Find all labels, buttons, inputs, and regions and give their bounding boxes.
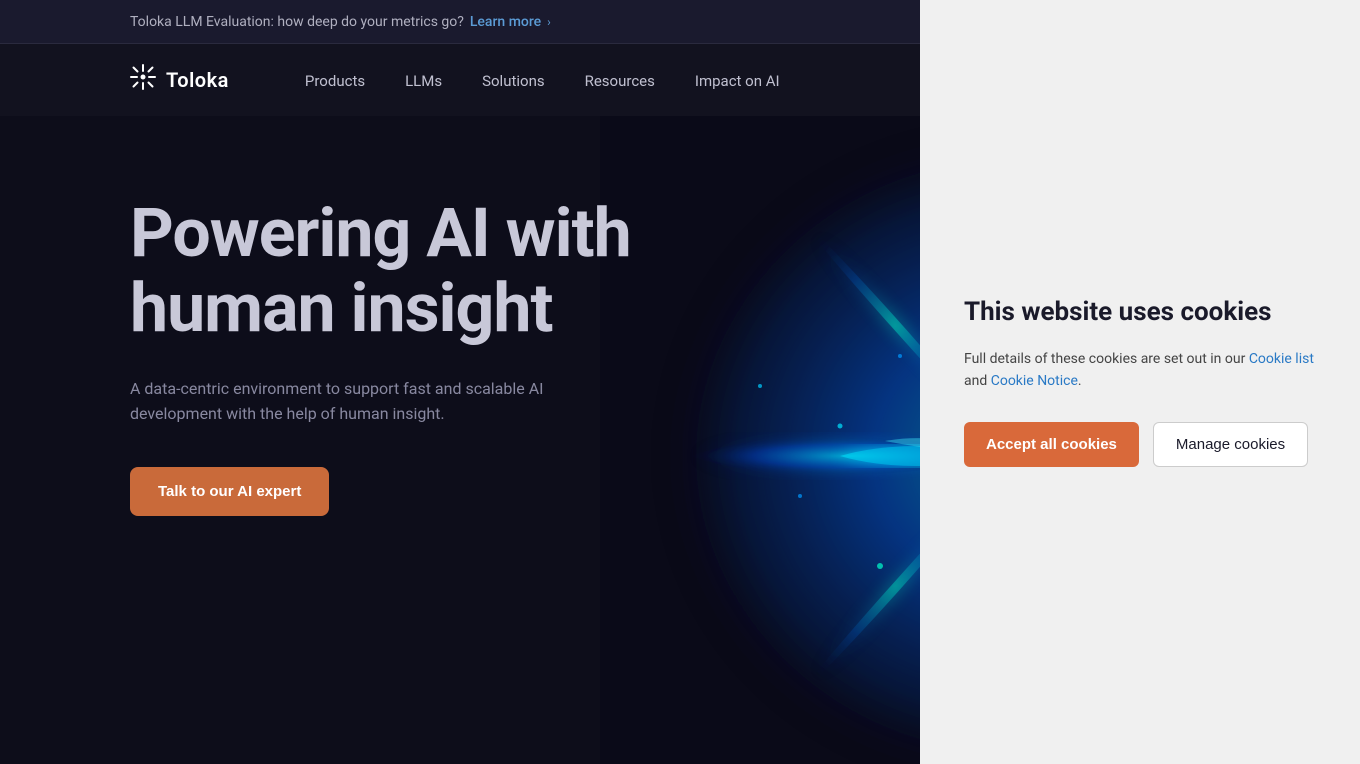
hero-title: Powering AI with human insight (130, 196, 631, 346)
cookie-banner-title: This website uses cookies (964, 297, 1272, 328)
announcement-text: Toloka LLM Evaluation: how deep do your … (130, 14, 464, 30)
cookie-banner-description: Full details of these cookies are set ou… (964, 348, 1316, 393)
nav-link-impact[interactable]: Impact on AI (679, 64, 796, 98)
nav-link-resources[interactable]: Resources (569, 64, 671, 98)
nav-item-resources[interactable]: Resources (569, 71, 671, 90)
hero-title-line2: human insight (130, 268, 552, 348)
manage-cookies-button[interactable]: Manage cookies (1153, 422, 1308, 467)
cookie-notice-link[interactable]: Cookie Notice (991, 373, 1078, 389)
nav-item-products[interactable]: Products (289, 71, 381, 90)
nav-link-llms[interactable]: LLMs (389, 64, 458, 98)
hero-subtitle: A data-centric environment to support fa… (130, 376, 610, 427)
cookie-buttons: Accept all cookies Manage cookies (964, 422, 1308, 467)
cookie-banner: This website uses cookies Full details o… (920, 0, 1360, 764)
nav-item-solutions[interactable]: Solutions (466, 71, 561, 90)
logo-text: Toloka (166, 68, 229, 92)
chevron-icon: › (547, 15, 551, 29)
nav-link-products[interactable]: Products (289, 64, 381, 98)
logo-area[interactable]: Toloka (130, 64, 229, 96)
nav-item-impact[interactable]: Impact on AI (679, 71, 796, 90)
hero-title-line1: Powering AI with (130, 193, 631, 273)
cookie-list-link[interactable]: Cookie list (1249, 351, 1314, 367)
cookie-desc-middle: and (964, 373, 991, 389)
nav-item-llms[interactable]: LLMs (389, 71, 458, 90)
accept-cookies-button[interactable]: Accept all cookies (964, 422, 1139, 467)
nav-links: Products LLMs Solutions Resources Impact… (289, 71, 796, 90)
logo-icon (130, 64, 156, 96)
hero-content: Powering AI with human insight A data-ce… (130, 196, 631, 516)
talk-to-expert-button[interactable]: Talk to our AI expert (130, 467, 329, 516)
cookie-desc-suffix: . (1078, 373, 1082, 389)
cookie-desc-prefix: Full details of these cookies are set ou… (964, 351, 1249, 367)
learn-more-link[interactable]: Learn more (470, 14, 541, 30)
nav-link-solutions[interactable]: Solutions (466, 64, 561, 98)
